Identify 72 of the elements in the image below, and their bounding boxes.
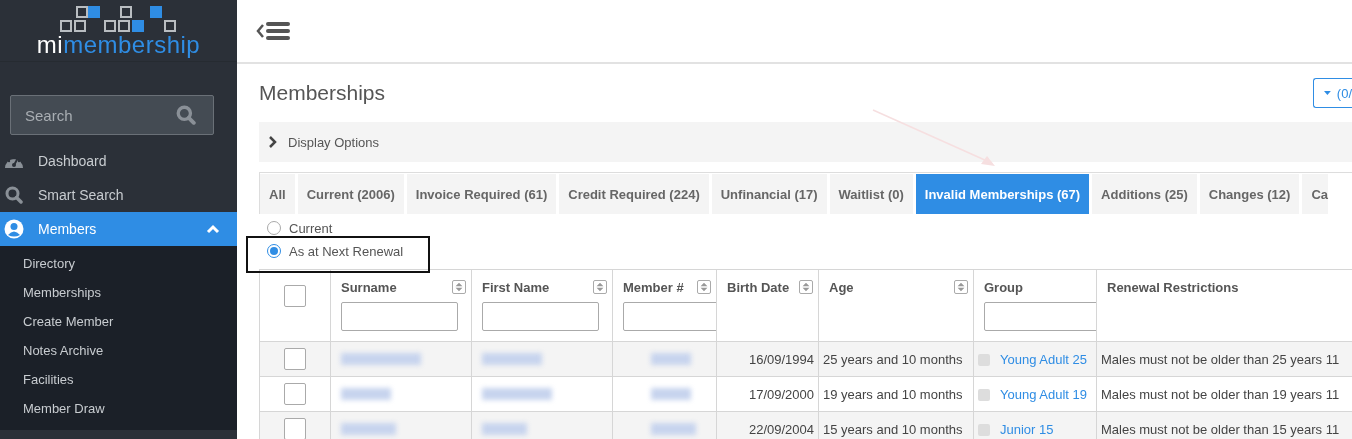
table-cell: 19 years and 10 months xyxy=(823,386,963,402)
radio-label[interactable]: Current xyxy=(289,220,333,236)
column-header[interactable]: Age xyxy=(829,279,854,295)
tab[interactable]: Invoice Required (61) xyxy=(406,174,557,214)
checkbox[interactable] xyxy=(284,285,306,307)
table-cell: 17/09/2000 xyxy=(748,386,814,402)
display-options-toggle[interactable]: Display Options xyxy=(259,122,1352,162)
radio-label[interactable]: As at Next Renewal xyxy=(289,243,404,259)
blurred-text xyxy=(651,423,696,435)
tab[interactable]: Ca xyxy=(1302,174,1329,214)
tab[interactable]: Current (2006) xyxy=(297,174,404,214)
column-header[interactable]: First Name xyxy=(482,279,550,295)
tab[interactable]: Additions (25) xyxy=(1092,174,1197,214)
tab[interactable]: Unfinancial (17) xyxy=(711,174,827,214)
submenu-item[interactable]: Facilities xyxy=(0,365,237,394)
checkbox[interactable] xyxy=(978,389,990,402)
column-header[interactable]: Renewal Restrictions xyxy=(1107,279,1239,295)
search-field[interactable]: Search xyxy=(10,95,214,135)
tab[interactable]: All xyxy=(260,174,295,214)
radio-button[interactable] xyxy=(267,221,281,235)
filter-field[interactable] xyxy=(623,302,716,331)
column-header[interactable]: Surname xyxy=(341,279,397,295)
table-cell: 15 years and 10 months xyxy=(823,421,963,437)
column-header[interactable]: Member # xyxy=(623,279,684,295)
chevron-up-icon[interactable] xyxy=(206,224,220,234)
column-header[interactable]: Birth Date xyxy=(727,279,790,295)
sort-icon[interactable] xyxy=(697,280,711,294)
tab[interactable]: Credit Required (224) xyxy=(559,174,709,214)
caret-down-icon xyxy=(1324,90,1331,96)
blurred-text xyxy=(482,423,527,435)
submenu-item[interactable]: Directory xyxy=(0,249,237,278)
nav-item[interactable]: Smart Search xyxy=(0,178,237,212)
table-cell: 22/09/2004 xyxy=(748,421,814,437)
blurred-text xyxy=(341,423,396,435)
page-title: Memberships xyxy=(259,81,386,105)
blurred-text xyxy=(341,388,391,400)
radio-button[interactable] xyxy=(267,244,281,258)
nav-item[interactable]: Dashboard xyxy=(0,144,237,178)
filter-field[interactable] xyxy=(984,302,1096,331)
checkbox[interactable] xyxy=(284,348,306,370)
submenu-item[interactable]: Memberships xyxy=(0,278,237,307)
logo-text: mimembership xyxy=(36,33,201,57)
blurred-text xyxy=(651,353,691,365)
blurred-text xyxy=(651,388,691,400)
submenu-item[interactable]: Create Member xyxy=(0,307,237,336)
sort-icon[interactable] xyxy=(593,280,607,294)
submenu-item[interactable]: Member Draw xyxy=(0,394,237,423)
search-icon xyxy=(176,105,196,125)
chevron-right-icon xyxy=(268,136,278,148)
table-cell: 25 years and 10 months xyxy=(823,351,963,367)
sort-icon[interactable] xyxy=(452,280,466,294)
tab[interactable]: Changes (12) xyxy=(1199,174,1300,214)
filter-field[interactable] xyxy=(482,302,599,331)
table-cell: 16/09/1994 xyxy=(748,351,814,367)
column-header[interactable]: Group xyxy=(984,279,1023,295)
user-icon xyxy=(4,219,24,239)
blurred-text xyxy=(482,353,542,365)
blurred-text xyxy=(482,388,552,400)
checkbox[interactable] xyxy=(284,383,306,405)
table-cell: Males must not be older than 15 years 11 xyxy=(1101,421,1340,437)
tab[interactable]: Waitlist (0) xyxy=(829,174,913,214)
columns-button[interactable]: (0/ xyxy=(1313,78,1352,108)
search-icon xyxy=(4,186,24,204)
filter-field[interactable] xyxy=(341,302,458,331)
menu-icon[interactable] xyxy=(256,20,292,42)
sort-icon[interactable] xyxy=(954,280,968,294)
sort-icon[interactable] xyxy=(799,280,813,294)
submenu-item[interactable]: Notes Archive xyxy=(0,336,237,365)
checkbox[interactable] xyxy=(284,418,306,439)
logo-squares-icon xyxy=(59,5,178,33)
table-cell: Males must not be older than 19 years 11 xyxy=(1101,386,1340,402)
table-cell: Males must not be older than 25 years 11 xyxy=(1101,351,1340,367)
